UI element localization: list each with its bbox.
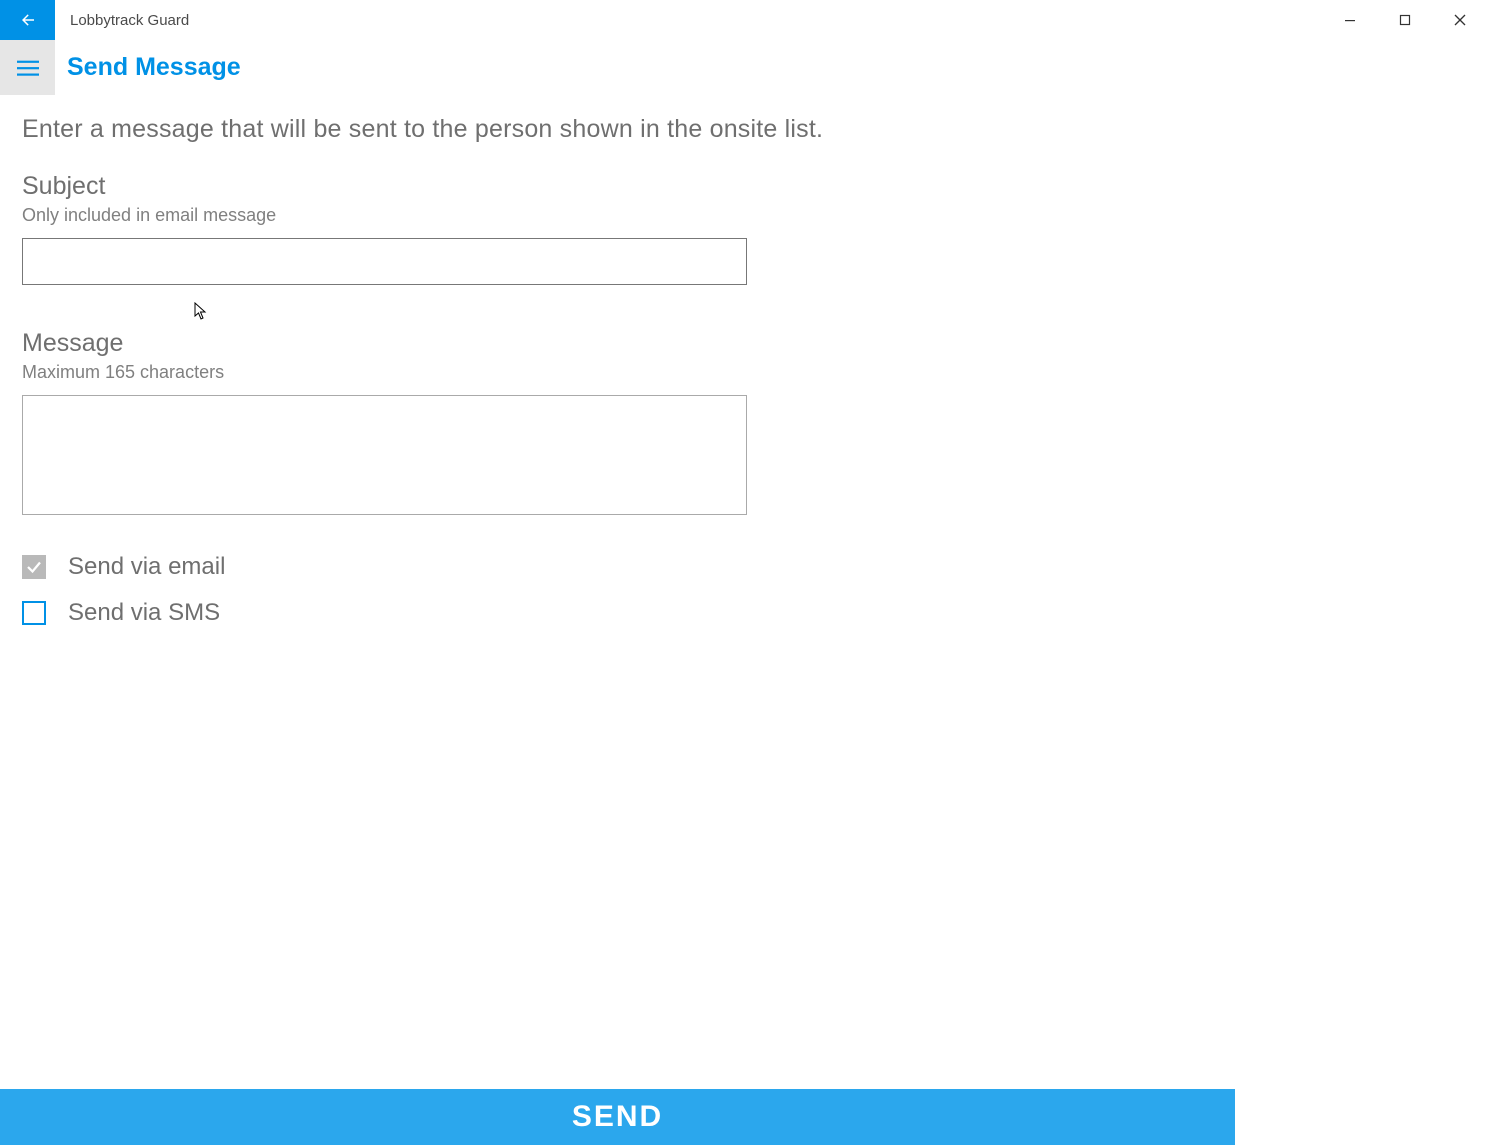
titlebar: Lobbytrack Guard <box>0 0 1487 40</box>
minimize-icon <box>1344 14 1356 26</box>
subject-input[interactable] <box>22 238 747 285</box>
maximize-icon <box>1399 14 1411 26</box>
menu-button[interactable] <box>0 40 55 95</box>
minimize-button[interactable] <box>1322 0 1377 40</box>
checkmark-icon <box>25 558 43 576</box>
message-input[interactable] <box>22 395 747 515</box>
email-checkbox-label: Send via email <box>68 553 225 581</box>
instruction-text: Enter a message that will be sent to the… <box>22 115 1465 144</box>
window-title: Lobbytrack Guard <box>55 0 1322 40</box>
subject-hint: Only included in email message <box>22 205 1465 226</box>
hamburger-icon <box>17 59 39 77</box>
content-area: Enter a message that will be sent to the… <box>0 95 1487 627</box>
email-checkbox[interactable] <box>22 555 46 579</box>
send-via-email-option[interactable]: Send via email <box>22 553 1465 581</box>
back-button[interactable] <box>0 0 55 40</box>
send-via-sms-option[interactable]: Send via SMS <box>22 599 1465 627</box>
maximize-button[interactable] <box>1377 0 1432 40</box>
close-icon <box>1454 14 1466 26</box>
page-header: Send Message <box>0 40 1487 95</box>
window-controls <box>1322 0 1487 40</box>
sms-checkbox[interactable] <box>22 601 46 625</box>
close-button[interactable] <box>1432 0 1487 40</box>
subject-label: Subject <box>22 172 1465 201</box>
message-hint: Maximum 165 characters <box>22 362 1465 383</box>
page-title: Send Message <box>55 40 241 95</box>
send-button[interactable]: SEND <box>0 1089 1235 1145</box>
message-label: Message <box>22 329 1465 358</box>
sms-checkbox-label: Send via SMS <box>68 599 220 627</box>
arrow-left-icon <box>19 11 37 29</box>
